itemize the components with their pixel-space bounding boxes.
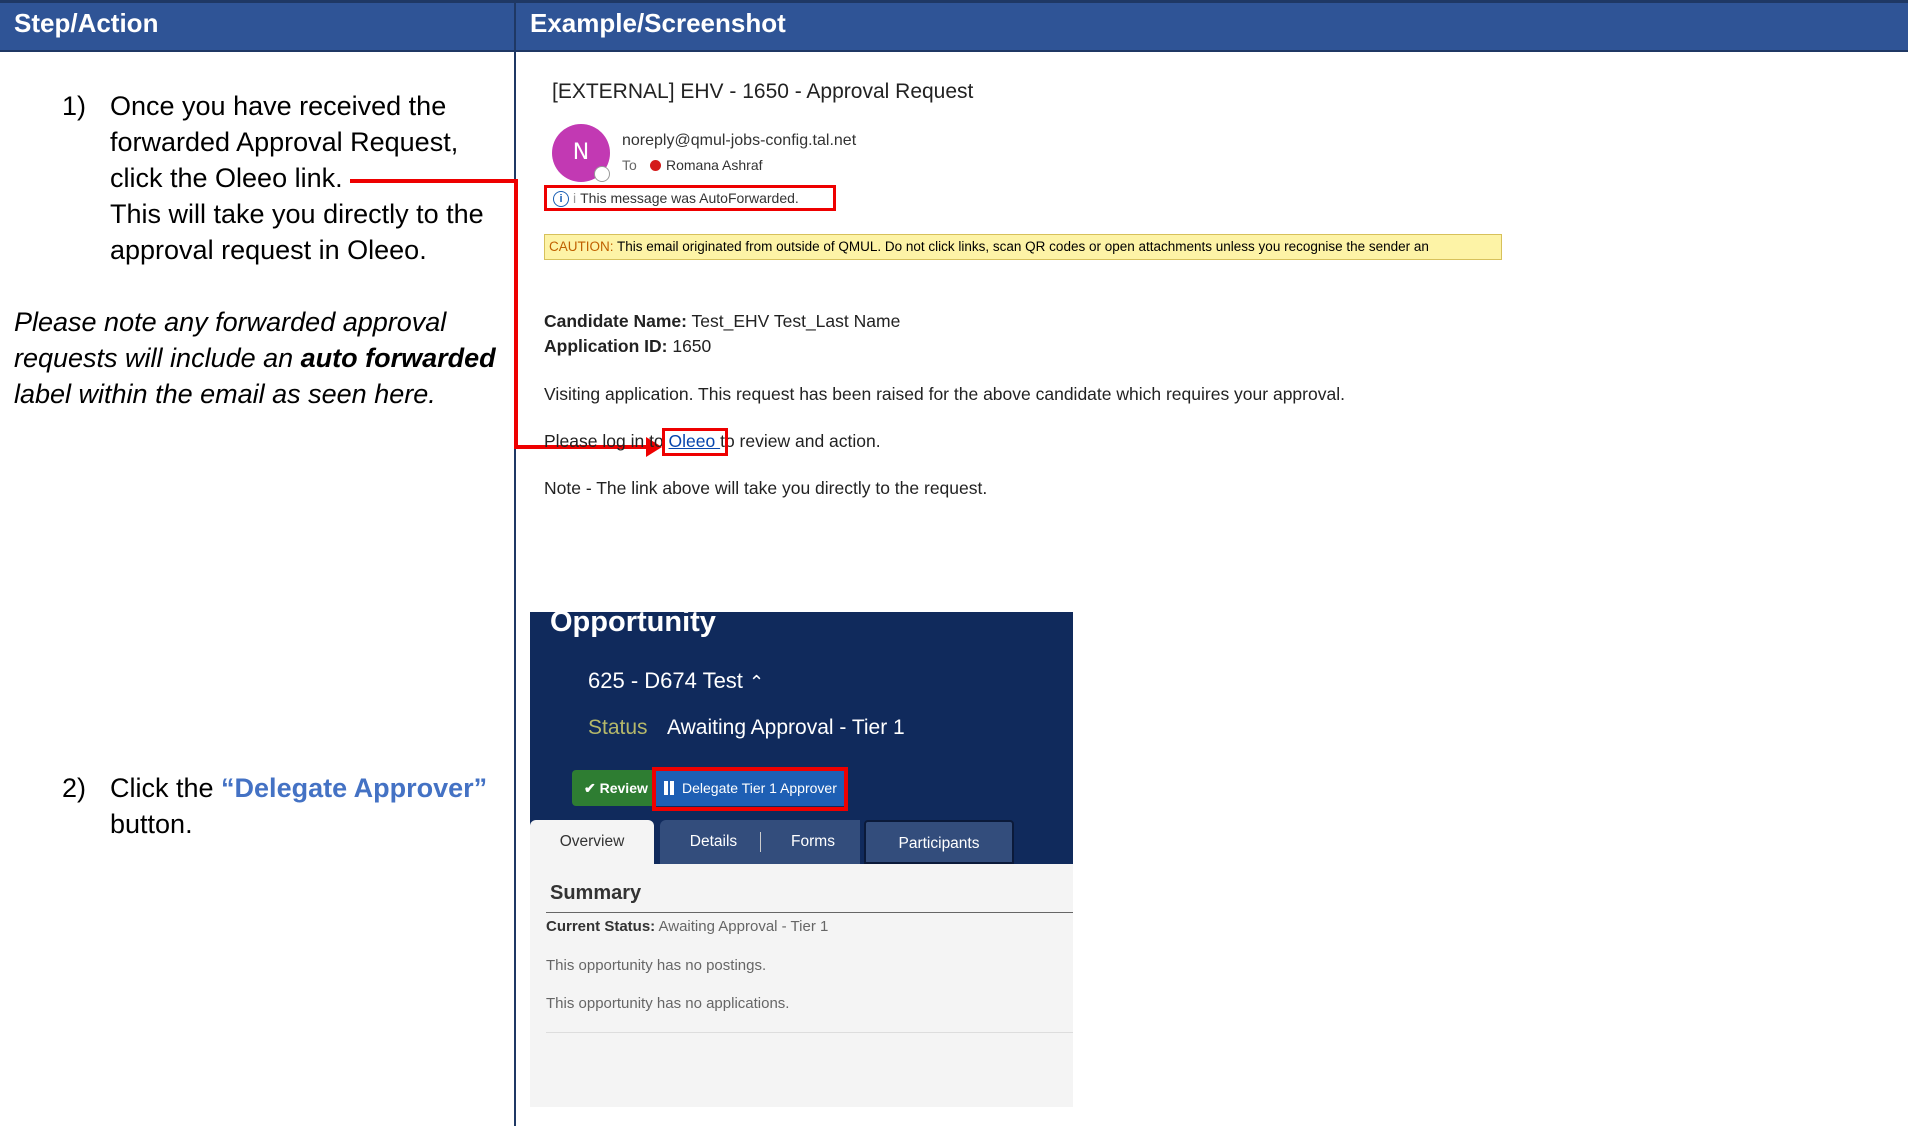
step-2-number: 2) — [62, 773, 87, 803]
review-label: Review — [599, 780, 648, 796]
autofwd-prefix: i — [573, 190, 577, 206]
status-value: Awaiting Approval - Tier 1 — [667, 716, 905, 739]
email-subject: [EXTERNAL] EHV - 1650 - Approval Request — [552, 80, 974, 103]
forwarded-note: Please note any forwarded approval reque… — [14, 304, 504, 412]
oleeo-tabs: Overview Details Forms Participants — [530, 820, 1073, 864]
step-1-number: 1) — [62, 91, 87, 121]
current-status-label: Current Status: — [546, 918, 656, 935]
delegate-button-highlight — [652, 767, 848, 811]
tab-forms[interactable]: Forms — [766, 820, 860, 864]
note-text: Note - The link above will take you dire… — [544, 478, 988, 498]
step-2-post: button. — [110, 809, 193, 839]
note-text-end: label within the email as seen here. — [14, 379, 436, 409]
summary-divider — [546, 912, 1073, 913]
check-icon: ✔ — [584, 780, 596, 796]
current-status: Current Status: Awaiting Approval - Tier… — [546, 918, 828, 935]
current-status-value: Awaiting Approval - Tier 1 — [655, 918, 829, 935]
opportunity-id: 625 - D674 Test ⌃ — [588, 668, 764, 694]
connector-line — [350, 179, 516, 183]
review-button[interactable]: ✔ Review — [572, 770, 654, 806]
step-2-pre: Click the — [110, 773, 222, 803]
delegate-approver-label: “Delegate Approver” — [221, 773, 488, 803]
login-pre: Please log in to — [544, 431, 669, 451]
header-step-action: Step/Action — [14, 8, 159, 38]
column-divider — [514, 0, 516, 1126]
note-bold: auto forwarded — [300, 343, 496, 373]
no-applications-text: This opportunity has no applications. — [546, 995, 790, 1012]
step-1-line: approval request in Oleeo. — [110, 235, 427, 265]
candidate-name: Candidate Name: Test_EHV Test_Last Name — [544, 311, 900, 332]
connector-line — [514, 179, 518, 449]
tab-overview[interactable]: Overview — [530, 820, 654, 864]
caution-text: This email originated from outside of QM… — [613, 239, 1429, 254]
caution-banner: CAUTION: This email originated from outs… — [544, 234, 1502, 260]
step-1-text: Once you have received the forwarded App… — [110, 88, 500, 268]
status-label: Status — [588, 716, 648, 739]
autofwd-text: This message was AutoForwarded. — [580, 190, 799, 206]
to-label: To — [622, 157, 637, 173]
autoforwarded-banner: i i This message was AutoForwarded. — [544, 185, 836, 211]
recipient-status-icon — [650, 160, 661, 171]
application-id: Application ID: 1650 — [544, 336, 711, 357]
tab-divider — [760, 832, 761, 852]
header-example-screenshot: Example/Screenshot — [530, 8, 786, 38]
opportunity-title: Opportunity — [550, 612, 716, 638]
step-1-line: Once you have received the — [110, 91, 447, 121]
chevron-up-icon[interactable]: ⌃ — [749, 672, 764, 692]
step-1-line: This will take you directly to the — [110, 199, 484, 229]
oleeo-screenshot: Opportunity 625 - D674 Test ⌃ Status Awa… — [530, 612, 1073, 1107]
recipient-name: Romana Ashraf — [666, 157, 763, 173]
table-header: Step/Action Example/Screenshot — [0, 0, 1908, 52]
no-postings-text: This opportunity has no postings. — [546, 957, 767, 974]
step-2-text: Click the “Delegate Approver” button. — [110, 770, 500, 842]
summary-heading: Summary — [550, 882, 642, 904]
appid-value: 1650 — [667, 336, 712, 356]
summary-bottom-divider — [546, 1032, 1073, 1033]
oleeo-header-panel: Opportunity 625 - D674 Test ⌃ Status Awa… — [530, 612, 1073, 864]
step-1-line: forwarded Approval Request, — [110, 127, 459, 157]
opportunity-id-text: 625 - D674 Test — [588, 668, 743, 693]
presence-icon — [594, 166, 610, 182]
sender-address: noreply@qmul-jobs-config.tal.net — [622, 132, 857, 149]
visiting-text: Visiting application. This request has b… — [544, 384, 1345, 404]
candidate-value: Test_EHV Test_Last Name — [686, 311, 901, 331]
login-post: to review and action. — [720, 431, 881, 451]
tab-details[interactable]: Details — [660, 820, 767, 864]
tab-participants[interactable]: Participants — [864, 820, 1014, 864]
candidate-label: Candidate Name: — [544, 311, 687, 331]
caution-label: CAUTION: — [549, 239, 614, 254]
step-1-line: click the Oleeo link. — [110, 163, 343, 193]
oleeo-link-highlight — [662, 428, 728, 456]
info-icon: i — [553, 191, 569, 208]
appid-label: Application ID: — [544, 336, 668, 356]
